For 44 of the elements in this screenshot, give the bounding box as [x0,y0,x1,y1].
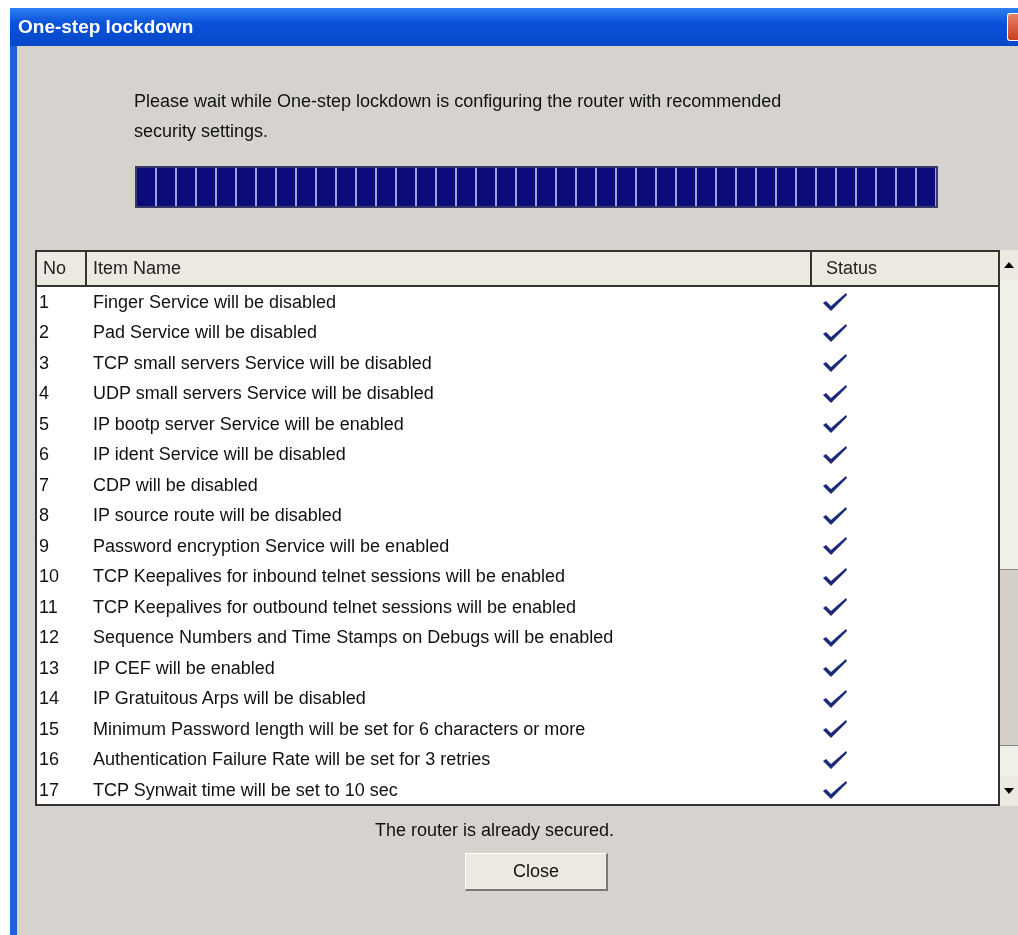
table-cell-text: UDP small servers Service will be disabled [92,383,435,405]
window-title: One-step lockdown [18,16,194,38]
table-cell-text: Password encryption Service will be enabled [92,535,451,557]
scrollbar[interactable] [1000,250,1018,806]
row-number: 3 [38,352,50,374]
row-number: 1 [38,291,50,313]
status-message: Please wait while One-step lockdown is configuring the router with recommended security settings. [133,90,783,143]
table-cell-text: TCP Keepalives for outbound telnet sessions will be enabled [92,596,577,618]
table-cell-text: IP bootp server Service will be enabled [92,413,405,435]
result-message: The router is already secured. [374,820,616,841]
table-cell-text: IP ident Service will be disabled [92,444,347,466]
row-number: 17 [38,779,61,801]
row-number: 16 [38,749,61,771]
table-cell-text: IP Gratuitous Arps will be disabled [92,688,367,710]
table-cell-text: Finger Service will be disabled [92,291,338,313]
table-cell-text: Authentication Failure Rate will be set for 3 retries [92,749,492,771]
row-number: 5 [38,413,50,435]
table-cell-text: TCP small servers Service will be disabled [92,352,433,374]
table-cell-text: IP CEF will be enabled [92,657,276,679]
table-cell-text: Pad Service will be disabled [92,322,319,344]
table-cell-text: TCP Keepalives for inbound telnet sessions will be enabled [92,566,566,588]
column-header[interactable]: Status [812,252,998,285]
row-number: 15 [38,718,61,740]
row-number: 10 [38,566,61,588]
row-number: 4 [38,383,50,405]
table-cell-text: Sequence Numbers and Time Stamps on Debugs will be enabled [92,627,615,649]
column-header[interactable]: No [37,252,87,285]
close-button[interactable]: Close [465,853,608,891]
column-header[interactable]: Item Name [87,252,812,285]
table-cell-text: CDP will be disabled [92,474,259,496]
row-number: 13 [38,657,61,679]
row-number: 9 [38,535,50,557]
table-cell-text: IP source route will be disabled [92,505,343,527]
row-number: 6 [38,444,50,466]
row-number: 7 [38,474,50,496]
table-cell-text: Minimum Password length will be set for 6 characters or more [92,718,587,740]
row-number: 14 [38,688,61,710]
row-number: 8 [38,505,50,527]
scroll-thumb[interactable] [1000,569,1018,746]
row-number: 11 [38,596,59,618]
row-number: 12 [38,627,61,649]
row-number: 2 [38,322,50,344]
table-cell-text: TCP Synwait time will be set to 10 sec [92,779,399,801]
close-window-button[interactable] [1007,13,1018,41]
